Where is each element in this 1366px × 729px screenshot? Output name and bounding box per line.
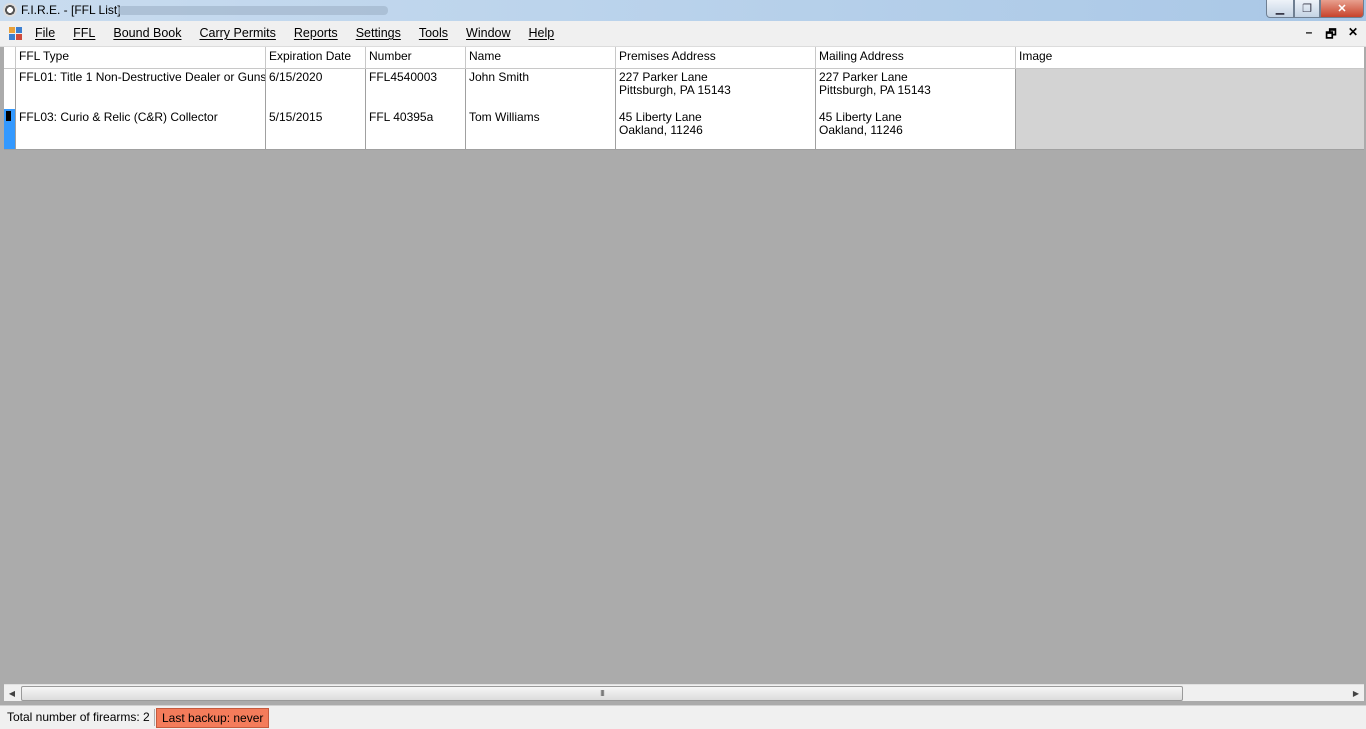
menu-items: File FFL Bound Book Carry Permits Report… xyxy=(26,26,563,40)
cell-expiration-date[interactable]: 5/15/2015 xyxy=(266,109,366,149)
firearm-count-status: Total number of firearms: 2 xyxy=(3,709,155,726)
maximize-button[interactable]: ❐ xyxy=(1294,0,1320,18)
mdi-minimize-button[interactable]: – xyxy=(1302,25,1316,46)
column-header-mailing-address[interactable]: Mailing Address xyxy=(816,47,1016,68)
table-row[interactable]: FFL01: Title 1 Non-Destructive Dealer or… xyxy=(4,69,1364,110)
menu-help[interactable]: Help xyxy=(520,26,564,40)
column-header-premises-address[interactable]: Premises Address xyxy=(616,47,816,68)
blurred-title-region xyxy=(118,6,388,15)
cell-number[interactable]: FFL 40395a xyxy=(366,109,466,149)
minimize-button[interactable]: ▁ xyxy=(1266,0,1294,18)
menu-bound-book[interactable]: Bound Book xyxy=(104,26,190,40)
scroll-thumb[interactable]: III xyxy=(21,686,1183,701)
last-backup-status[interactable]: Last backup: never xyxy=(156,708,270,728)
menu-reports[interactable]: Reports xyxy=(285,26,347,40)
mdi-controls: – 🗗 ✕ xyxy=(1302,25,1360,46)
cell-expiration-date[interactable]: 6/15/2020 xyxy=(266,69,366,109)
cell-mailing-address[interactable]: 227 Parker Lane Pittsburgh, PA 15143 xyxy=(816,69,1016,109)
cell-image[interactable] xyxy=(1016,109,1364,149)
cell-name[interactable]: John Smith xyxy=(466,69,616,109)
menu-file[interactable]: File xyxy=(26,26,64,40)
title-bar: F.I.R.E. - [FFL List] ▁ ❐ ✕ xyxy=(0,0,1366,21)
mailing-line-2: Pittsburgh, PA 15143 xyxy=(819,83,931,97)
mdi-restore-button[interactable]: 🗗 xyxy=(1324,25,1338,46)
cell-number[interactable]: FFL4540003 xyxy=(366,69,466,109)
table-row[interactable]: FFL03: Curio & Relic (C&R) Collector 5/1… xyxy=(4,109,1364,150)
scroll-right-button[interactable]: ▶ xyxy=(1348,685,1364,701)
column-header-name[interactable]: Name xyxy=(466,47,616,68)
menu-ffl[interactable]: FFL xyxy=(64,26,104,40)
column-header-expiration-date[interactable]: Expiration Date xyxy=(266,47,366,68)
row-header-selected[interactable] xyxy=(4,109,16,149)
row-header-corner[interactable] xyxy=(4,47,16,68)
menu-tools[interactable]: Tools xyxy=(410,26,457,40)
ffl-grid[interactable]: FFL Type Expiration Date Number Name Pre… xyxy=(4,47,1364,150)
row-header[interactable] xyxy=(4,69,16,109)
cell-ffl-type[interactable]: FFL01: Title 1 Non-Destructive Dealer or… xyxy=(16,69,266,109)
menu-window[interactable]: Window xyxy=(457,26,519,40)
column-header-ffl-type[interactable]: FFL Type xyxy=(16,47,266,68)
cell-premises-address[interactable]: 227 Parker Lane Pittsburgh, PA 15143 xyxy=(616,69,816,109)
premises-line-2: Pittsburgh, PA 15143 xyxy=(619,83,731,97)
scroll-left-button[interactable]: ◀ xyxy=(4,685,20,701)
horizontal-scrollbar[interactable]: ◀ III ▶ xyxy=(4,684,1364,701)
cell-premises-address[interactable]: 45 Liberty Lane Oakland, 11246 xyxy=(616,109,816,149)
window-controls: ▁ ❐ ✕ xyxy=(1266,0,1364,18)
cell-image[interactable] xyxy=(1016,69,1364,109)
menu-carry-permits[interactable]: Carry Permits xyxy=(191,26,285,40)
cell-mailing-address[interactable]: 45 Liberty Lane Oakland, 11246 xyxy=(816,109,1016,149)
app-icon[interactable] xyxy=(3,3,17,17)
premises-line-2: Oakland, 11246 xyxy=(619,123,703,137)
mdi-close-button[interactable]: ✕ xyxy=(1346,25,1360,46)
menu-bar: File FFL Bound Book Carry Permits Report… xyxy=(0,21,1366,47)
column-header-image[interactable]: Image xyxy=(1016,47,1364,68)
cell-name[interactable]: Tom Williams xyxy=(466,109,616,149)
column-header-number[interactable]: Number xyxy=(366,47,466,68)
mdi-child-icon[interactable] xyxy=(9,27,22,40)
current-row-indicator-icon xyxy=(6,111,11,121)
cell-ffl-type[interactable]: FFL03: Curio & Relic (C&R) Collector xyxy=(16,109,266,149)
status-bar: Total number of firearms: 2 Last backup:… xyxy=(0,705,1366,729)
menu-settings[interactable]: Settings xyxy=(347,26,410,40)
grid-header: FFL Type Expiration Date Number Name Pre… xyxy=(4,47,1364,69)
close-button[interactable]: ✕ xyxy=(1320,0,1364,18)
window-title: F.I.R.E. - [FFL List] xyxy=(21,3,121,17)
mailing-line-2: Oakland, 11246 xyxy=(819,123,903,137)
